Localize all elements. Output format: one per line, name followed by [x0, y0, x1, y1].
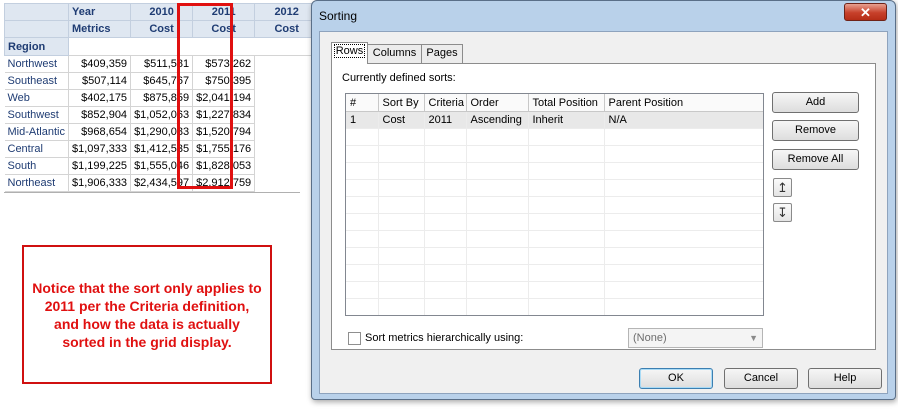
grid-bottom-border [4, 192, 300, 193]
empty-row [346, 247, 763, 265]
value-cell-2010: $507,114 [67, 72, 132, 90]
empty-row [346, 264, 763, 282]
sort-hierarchically-label: Sort metrics hierarchically using: [365, 332, 524, 344]
table-row: Mid-Atlantic $968,654 $1,290,083 $1,520,794 [4, 123, 319, 141]
metrics-header-label: Metrics [67, 20, 132, 38]
grid-corner [4, 20, 69, 38]
grid-corner [4, 3, 69, 21]
table-row: Northwest $409,359 $511,581 $573,262 [4, 55, 319, 73]
region-header-label: Region [4, 37, 69, 56]
empty-row [346, 145, 763, 163]
column-header-number[interactable]: # [346, 94, 379, 112]
tab-pages-label: Pages [426, 47, 458, 59]
sorts-list-header: # Sort By Criteria Order Total Position … [346, 94, 763, 112]
parent-position-value[interactable]: N/A [604, 111, 763, 129]
empty-row [346, 213, 763, 231]
value-cell-2010: $1,906,333 [67, 174, 132, 192]
sort-by-value[interactable]: Cost [378, 111, 425, 129]
metric-header[interactable]: Cost [254, 20, 320, 38]
sorting-dialog: Sorting ✕ Rows Columns Pages Currently d… [311, 0, 896, 400]
add-button[interactable]: Add [772, 92, 859, 113]
region-cell[interactable]: Southeast [4, 72, 69, 90]
sort-row[interactable]: 1 Cost 2011 Ascending Inherit N/A [346, 111, 763, 129]
region-cell[interactable]: Central [4, 140, 69, 158]
close-icon: ✕ [860, 4, 871, 20]
hierarchy-select-value: (None) [633, 332, 667, 344]
tab-rows[interactable]: Rows [331, 42, 368, 64]
empty-row [346, 179, 763, 197]
cancel-button[interactable]: Cancel [724, 368, 798, 389]
defined-sorts-label: Currently defined sorts: [342, 72, 456, 84]
empty-row [346, 196, 763, 214]
table-row: Southwest $852,904 $1,052,063 $1,227,834 [4, 106, 319, 124]
grid-body: Northwest $409,359 $511,581 $573,262 Southe… [4, 55, 319, 192]
value-cell-2010: $402,175 [67, 89, 132, 107]
tab-columns-label: Columns [372, 47, 417, 59]
tab-columns[interactable]: Columns [367, 44, 422, 63]
value-cell-2010: $968,654 [67, 123, 132, 141]
value-cell-2010: $409,359 [67, 55, 132, 73]
column-header-criteria[interactable]: Criteria [424, 94, 467, 112]
ok-button[interactable]: OK [639, 368, 713, 389]
total-position-value[interactable]: Inherit [528, 111, 605, 129]
table-row: Northeast $1,906,333 $2,434,597 $2,912,759 [4, 174, 319, 192]
column-header-total-position[interactable]: Total Position [528, 94, 605, 112]
move-down-icon: ↧ [777, 205, 788, 220]
close-button[interactable]: ✕ [844, 3, 887, 21]
move-down-button[interactable]: ↧ [773, 203, 792, 222]
table-row: Southeast $507,114 $645,767 $750,395 [4, 72, 319, 90]
region-cell[interactable]: Southwest [4, 106, 69, 124]
region-cell[interactable]: Northeast [4, 174, 69, 192]
empty-row [346, 162, 763, 180]
remove-button[interactable]: Remove [772, 120, 859, 141]
column-header-sort-by[interactable]: Sort By [378, 94, 425, 112]
order-value[interactable]: Ascending [466, 111, 529, 129]
annotation-callout: Notice that the sort only applies to 201… [22, 245, 272, 384]
help-button[interactable]: Help [808, 368, 882, 389]
year-2011-highlight-box [177, 3, 233, 189]
chevron-down-icon: ▼ [749, 333, 758, 343]
dialog-titlebar[interactable]: Sorting ✕ [312, 1, 895, 31]
table-row: South $1,199,225 $1,555,046 $1,828,053 [4, 157, 319, 175]
table-row: Web $402,175 $875,859 $2,041,194 [4, 89, 319, 107]
rows-tab-panel: Currently defined sorts: # Sort By Crite… [331, 63, 876, 350]
region-cell[interactable]: South [4, 157, 69, 175]
empty-row [346, 316, 763, 317]
remove-all-button[interactable]: Remove All [772, 149, 859, 170]
value-cell-2010: $852,904 [67, 106, 132, 124]
empty-row [346, 128, 763, 146]
region-cell[interactable]: Web [4, 89, 69, 107]
column-header-parent-position[interactable]: Parent Position [604, 94, 763, 112]
move-up-icon: ↥ [777, 180, 788, 195]
sort-hierarchically-checkbox[interactable] [348, 332, 361, 345]
criteria-value[interactable]: 2011 [424, 111, 467, 129]
region-cell[interactable]: Mid-Atlantic [4, 123, 69, 141]
empty-row [346, 281, 763, 299]
report-grid: Year 2010 2011 2012 Metrics Cost Cost Co… [4, 3, 320, 192]
year-2012-header[interactable]: 2012 [254, 3, 320, 21]
hierarchy-select[interactable]: (None) ▼ [628, 328, 763, 348]
tab-rows-label: Rows [333, 44, 366, 58]
empty-row [346, 230, 763, 248]
annotation-text: Notice that the sort only applies to 201… [32, 279, 262, 350]
dialog-body: Rows Columns Pages Currently defined sor… [319, 31, 888, 394]
column-header-order[interactable]: Order [466, 94, 529, 112]
move-up-button[interactable]: ↥ [773, 178, 792, 197]
value-cell-2010: $1,199,225 [67, 157, 132, 175]
sort-number: 1 [346, 111, 379, 129]
table-row: Central $1,097,333 $1,412,535 $1,755,176 [4, 140, 319, 158]
empty-row [346, 298, 763, 315]
tab-pages[interactable]: Pages [421, 44, 463, 63]
sorts-list[interactable]: # Sort By Criteria Order Total Position … [345, 93, 764, 316]
dialog-title: Sorting [319, 9, 358, 23]
region-cell[interactable]: Northwest [4, 55, 69, 73]
value-cell-2010: $1,097,333 [67, 140, 132, 158]
year-header-label: Year [67, 3, 132, 21]
